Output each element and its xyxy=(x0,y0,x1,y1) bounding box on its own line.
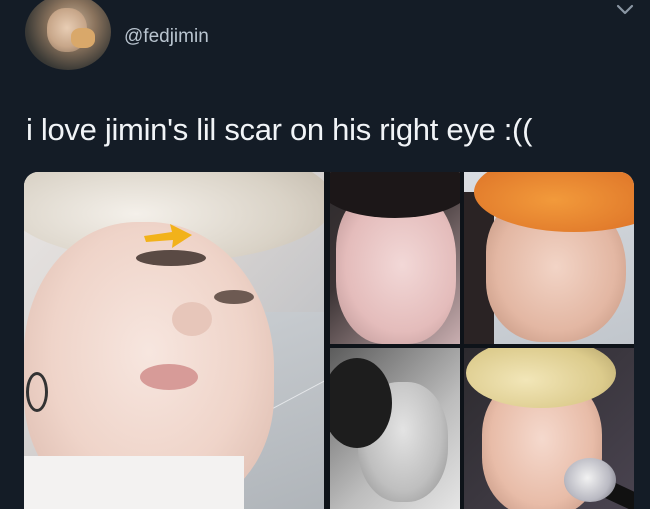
photo-eye xyxy=(214,290,254,304)
photo-earring xyxy=(26,372,48,412)
photo-top-right[interactable] xyxy=(464,172,634,344)
tweet-text: i love jimin's lil scar on his right eye… xyxy=(26,112,533,147)
photo-nose xyxy=(172,302,212,336)
photo-hair xyxy=(466,348,616,408)
microphone xyxy=(564,458,616,502)
photo-shirt xyxy=(24,456,244,509)
media-grid xyxy=(24,172,634,509)
arrow-pointer-icon xyxy=(144,224,192,248)
photo-bottom-right[interactable] xyxy=(464,348,634,509)
photo-eye xyxy=(136,250,206,266)
photo-main[interactable] xyxy=(24,172,324,509)
photo-bottom-middle[interactable] xyxy=(330,348,460,509)
photo-lips xyxy=(140,364,198,390)
photo-hair xyxy=(330,172,460,218)
avatar[interactable] xyxy=(25,0,111,70)
user-handle[interactable]: @fedjimin xyxy=(124,26,209,48)
avatar-hand xyxy=(71,28,95,48)
photo-top-middle[interactable] xyxy=(330,172,460,344)
chevron-down-icon[interactable] xyxy=(614,2,636,18)
tweet: @fedjimin i love jimin's lil scar on his… xyxy=(0,0,650,509)
